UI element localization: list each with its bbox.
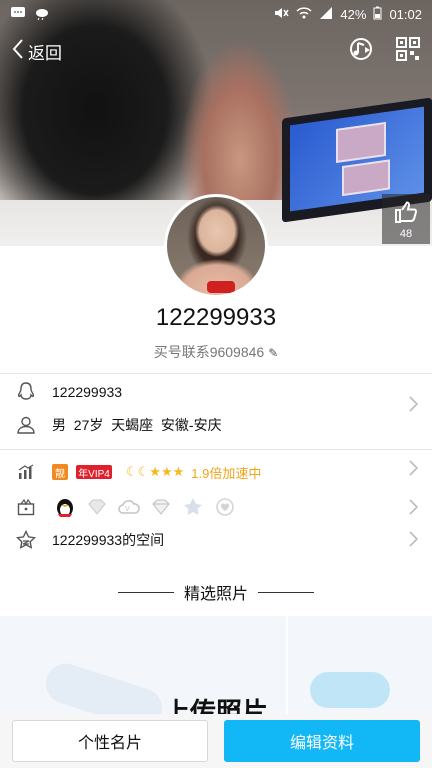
heart-badge-icon — [212, 494, 238, 520]
like-count: 48 — [399, 227, 413, 240]
diamond-gray-icon — [84, 494, 110, 520]
chevron-right-icon — [409, 460, 419, 481]
diamond-badge-icon — [148, 494, 174, 520]
qzone-label: 122299933的空间 — [52, 532, 165, 548]
divider — [0, 449, 432, 450]
level-badge: 靓 — [52, 464, 68, 480]
top-nav: 返回 — [0, 28, 432, 74]
title-line-right — [258, 591, 314, 593]
qzone-star-icon — [0, 530, 52, 550]
profile-signature[interactable]: 买号联系9609846 ✎ — [0, 342, 432, 362]
back-label: 返回 — [28, 43, 62, 63]
vip-badge: 年VIP4 — [76, 465, 112, 480]
photo-upload-area[interactable]: 上传照片 — [0, 616, 432, 726]
title-line-left — [117, 591, 174, 593]
message-icon — [10, 6, 26, 23]
edit-profile-button[interactable]: 编辑资料 — [224, 720, 420, 762]
level-icons: ☾☾★★★ — [126, 464, 185, 479]
divider — [0, 373, 432, 374]
back-button[interactable]: 返回 — [12, 38, 62, 65]
avatar[interactable] — [164, 194, 268, 298]
battery-icon — [373, 6, 382, 23]
details-row[interactable]: 男 27岁 天蝎座 安徽-安庆 — [0, 396, 432, 440]
mute-icon — [273, 6, 290, 23]
star-badge-icon — [180, 494, 206, 520]
badges-row[interactable]: V — [0, 492, 432, 522]
battery-level: 42% — [340, 6, 367, 22]
profile-card-button[interactable]: 个性名片 — [12, 720, 208, 762]
chevron-right-icon — [409, 531, 419, 552]
thumbs-up-icon — [394, 200, 418, 226]
cloud-badge-icon: V — [116, 494, 142, 520]
status-bar: 42% 01:02 — [0, 0, 432, 28]
qq-number: 122299933 — [52, 384, 123, 400]
featured-photos-label: 精选照片 — [183, 586, 248, 603]
weather-icon — [34, 6, 50, 23]
svg-text:V: V — [125, 505, 130, 513]
level-chart-icon — [0, 464, 52, 480]
bottom-action-bar: 个性名片 编辑资料 — [0, 714, 432, 768]
penguin-badge-icon — [52, 494, 78, 520]
featured-photos-title: 精选照片 — [0, 580, 432, 604]
wifi-icon — [296, 6, 312, 23]
level-row[interactable]: 靓 年VIP4 ☾☾★★★ 1.9倍加速中 — [0, 458, 432, 486]
signal-icon — [319, 6, 333, 23]
qq-number-row: 122299933 — [0, 378, 432, 406]
gift-box-icon — [0, 498, 52, 516]
profile-details: 男 27岁 天蝎座 安徽-安庆 — [52, 417, 222, 433]
profile-nickname: 122299933 — [155, 304, 277, 331]
music-icon[interactable] — [348, 36, 374, 67]
chevron-right-icon — [409, 396, 419, 417]
chevron-left-icon — [12, 38, 24, 65]
chevron-right-icon — [409, 499, 419, 520]
penguin-outline-icon — [0, 382, 52, 402]
like-button[interactable]: 48 — [382, 194, 430, 244]
edit-pencil-icon[interactable]: ✎ — [268, 346, 278, 360]
qrcode-icon[interactable] — [396, 36, 420, 66]
person-outline-icon — [0, 416, 52, 434]
clock: 01:02 — [389, 6, 422, 22]
qzone-row[interactable]: 122299933的空间 — [0, 526, 432, 554]
signature-text: 买号联系9609846 — [153, 344, 265, 360]
speed-text: 1.9倍加速中 — [191, 465, 262, 481]
